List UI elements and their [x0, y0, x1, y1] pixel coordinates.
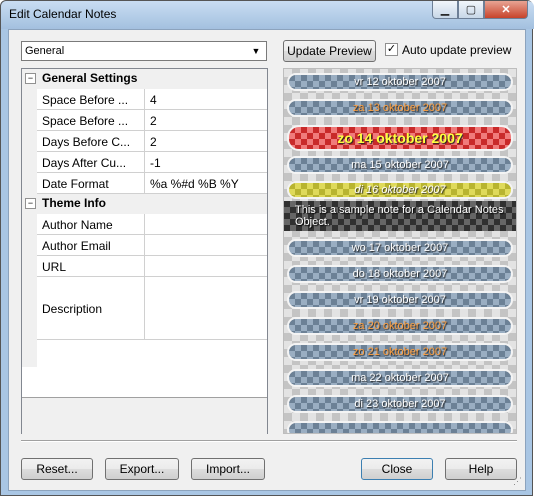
- property-value[interactable]: 4: [145, 89, 267, 110]
- row-gutter: [22, 131, 37, 152]
- property-name: Author Name: [37, 214, 145, 235]
- close-icon: ✕: [501, 4, 511, 16]
- window-title: Edit Calendar Notes: [9, 7, 117, 21]
- dialog-window: Edit Calendar Notes ▁ ▢ ✕ General ▼ Upda…: [0, 0, 534, 496]
- property-row[interactable]: URL: [22, 256, 267, 277]
- dialog-client-area: General ▼ Update Preview ✓ Auto update p…: [8, 29, 526, 491]
- preview-day-bar: do 18 oktober 2007: [287, 265, 513, 283]
- window-controls: ▁ ▢ ✕: [432, 1, 528, 21]
- property-row[interactable]: Days Before C... 2: [22, 131, 267, 152]
- export-button[interactable]: Export...: [105, 458, 179, 480]
- preview-day-bar: zo 14 oktober 2007: [287, 125, 513, 151]
- property-row[interactable]: Space Before ... 4: [22, 89, 267, 110]
- property-value[interactable]: [145, 214, 267, 235]
- category-label: Theme Info: [42, 196, 107, 210]
- row-gutter: [22, 214, 37, 235]
- import-button[interactable]: Import...: [191, 458, 265, 480]
- maximize-icon: ▢: [465, 4, 477, 16]
- collapse-icon[interactable]: −: [25, 198, 36, 209]
- category-label: General Settings: [42, 71, 138, 85]
- preview-day-bar: za 20 oktober 2007: [287, 317, 513, 335]
- category-theme-info[interactable]: − Theme Info: [22, 194, 267, 214]
- preview-day-bar: zo 21 oktober 2007: [287, 343, 513, 361]
- close-button[interactable]: Close: [361, 458, 433, 480]
- close-button-label: Close: [381, 462, 413, 476]
- property-row-empty: [22, 340, 267, 367]
- preview-day-bar: wo 17 oktober 2007: [287, 239, 513, 257]
- property-name: Space Before ...: [37, 110, 145, 131]
- property-name: Date Format: [37, 173, 145, 194]
- minimize-icon: ▁: [440, 4, 450, 16]
- row-gutter: [22, 173, 37, 194]
- separator: [21, 440, 517, 442]
- row-gutter: [22, 340, 37, 367]
- resize-grip-icon[interactable]: ⋰: [513, 476, 522, 487]
- preview-day-bar: ma 15 oktober 2007: [287, 156, 513, 174]
- preview-day-bar: di 23 oktober 2007: [287, 395, 513, 413]
- property-row[interactable]: Author Name: [22, 214, 267, 235]
- property-value[interactable]: -1: [145, 152, 267, 173]
- note-text: This is a sample note for a Calendar Not…: [295, 204, 504, 228]
- checkmark-icon: ✓: [386, 43, 397, 55]
- row-gutter: [22, 277, 37, 340]
- property-value[interactable]: [145, 235, 267, 256]
- property-grid: − General Settings Space Before ... 4 Sp…: [21, 68, 268, 434]
- chevron-down-icon[interactable]: ▼: [248, 43, 264, 59]
- help-button[interactable]: Help: [445, 458, 517, 480]
- preview-day-bar: di 16 oktober 2007: [287, 181, 513, 199]
- property-row[interactable]: Date Format %a %#d %B %Y: [22, 173, 267, 194]
- property-name: Space Before ...: [37, 89, 145, 110]
- collapse-icon[interactable]: −: [25, 73, 36, 84]
- title-bar[interactable]: Edit Calendar Notes ▁ ▢ ✕: [1, 1, 534, 29]
- property-value[interactable]: 2: [145, 131, 267, 152]
- reset-button-label: Reset...: [36, 462, 78, 476]
- property-name: URL: [37, 256, 145, 277]
- property-value[interactable]: 2: [145, 110, 267, 131]
- import-button-label: Import...: [205, 462, 250, 476]
- preview-day-bar: vr 12 oktober 2007: [287, 73, 513, 91]
- row-gutter: [22, 256, 37, 277]
- property-row[interactable]: Description: [22, 277, 267, 340]
- category-dropdown[interactable]: General ▼: [21, 41, 267, 61]
- row-gutter: [22, 235, 37, 256]
- note-area: This is a sample note for a Calendar Not…: [284, 201, 516, 231]
- property-value[interactable]: %a %#d %B %Y: [145, 173, 267, 194]
- update-preview-button[interactable]: Update Preview: [283, 40, 376, 62]
- preview-day-bar: vr 19 oktober 2007: [287, 291, 513, 309]
- property-value[interactable]: [145, 277, 267, 340]
- category-general-settings[interactable]: − General Settings: [22, 69, 267, 89]
- description-pane: [22, 397, 267, 434]
- reset-button[interactable]: Reset...: [21, 458, 93, 480]
- property-name: Author Email: [37, 235, 145, 256]
- auto-update-label[interactable]: Auto update preview: [402, 43, 511, 57]
- row-gutter: [22, 110, 37, 131]
- property-row[interactable]: Author Email: [22, 235, 267, 256]
- property-value[interactable]: [145, 256, 267, 277]
- row-gutter: [22, 152, 37, 173]
- row-gutter: [22, 89, 37, 110]
- calendar-preview: vr 12 oktober 2007 za 13 oktober 2007 zo 1…: [283, 68, 517, 434]
- export-button-label: Export...: [119, 462, 165, 476]
- property-row[interactable]: Space Before ... 2: [22, 110, 267, 131]
- maximize-button[interactable]: ▢: [458, 1, 484, 19]
- help-button-label: Help: [468, 462, 494, 476]
- property-name: Days After Cu...: [37, 152, 145, 173]
- update-preview-label: Update Preview: [287, 44, 372, 58]
- category-dropdown-value: General: [25, 45, 65, 57]
- property-row[interactable]: Days After Cu... -1: [22, 152, 267, 173]
- preview-day-bar: za 13 oktober 2007: [287, 99, 513, 117]
- preview-day-bar: ma 22 oktober 2007: [287, 369, 513, 387]
- auto-update-checkbox[interactable]: ✓: [385, 43, 398, 56]
- preview-day-bar-partial: [287, 421, 513, 433]
- close-window-button[interactable]: ✕: [484, 1, 528, 19]
- property-name: Days Before C...: [37, 131, 145, 152]
- property-name: Description: [37, 277, 145, 340]
- minimize-button[interactable]: ▁: [432, 1, 458, 19]
